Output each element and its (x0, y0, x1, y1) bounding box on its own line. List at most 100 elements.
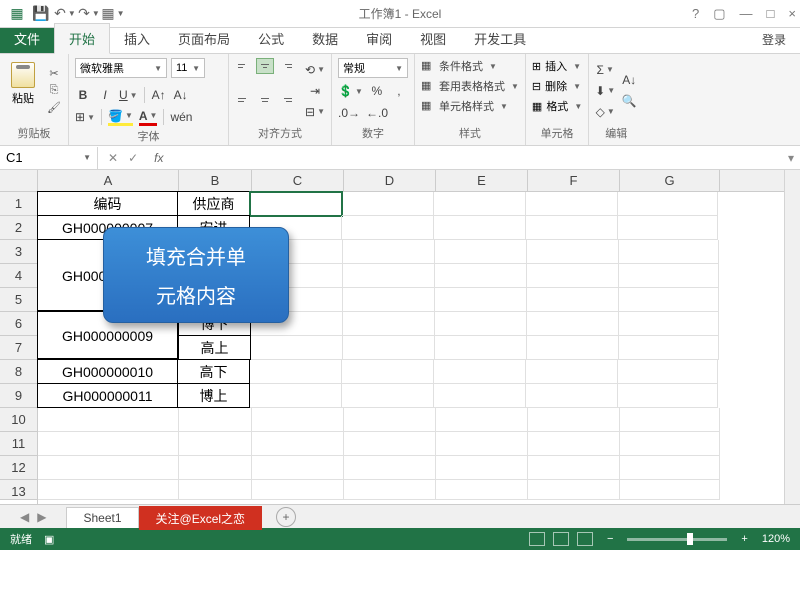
maximize-icon[interactable]: □ (767, 6, 775, 22)
cell-A8[interactable]: GH000000010 (37, 359, 178, 384)
format-cells-button[interactable]: ▦格式▼ (532, 98, 582, 114)
find-button[interactable]: 🔍 (621, 92, 637, 110)
cell-B8[interactable]: 高下 (177, 359, 250, 384)
sheet-tab-2[interactable]: 关注@Excel之恋 (139, 506, 263, 530)
format-painter-icon[interactable]: 🖌 (46, 101, 62, 115)
border-button[interactable]: ⊞▼ (75, 108, 95, 126)
callout-shape[interactable]: 填充合并单 元格内容 (103, 227, 289, 323)
fill-button[interactable]: ⬇▼ (595, 82, 615, 100)
cut-icon[interactable]: ✂ (46, 67, 62, 81)
align-top-center[interactable] (256, 58, 274, 74)
vertical-scrollbar[interactable] (784, 170, 800, 504)
sheet-nav-next-icon[interactable]: ▶ (37, 510, 46, 524)
tab-home[interactable]: 开始 (54, 23, 110, 54)
cancel-formula-icon[interactable]: ✕ (108, 151, 118, 165)
row-header-5[interactable]: 5 (0, 288, 37, 312)
paste-button[interactable]: 粘贴 (6, 58, 40, 123)
cell-grid[interactable]: 编码供应商 GH000000007安进 GH000000008安全 安下 三元 … (38, 192, 784, 504)
cell-style-button[interactable]: ▦单元格样式▼ (421, 98, 519, 114)
tab-view[interactable]: 视图 (406, 24, 460, 53)
zoom-out-button[interactable]: − (607, 533, 613, 545)
decrease-decimal-button[interactable]: ←.0 (366, 104, 388, 122)
comma-button[interactable]: , (391, 82, 407, 100)
tab-insert[interactable]: 插入 (110, 24, 164, 53)
row-header-7[interactable]: 7 (0, 336, 37, 360)
insert-cells-button[interactable]: ⊞插入▼ (532, 58, 582, 74)
sort-filter-button[interactable]: A↓ (621, 71, 637, 89)
tab-dev[interactable]: 开发工具 (460, 24, 540, 53)
fx-icon[interactable]: fx (148, 151, 169, 165)
clear-button[interactable]: ◇▼ (595, 103, 615, 121)
align-top-left[interactable] (235, 58, 253, 74)
number-format-combo[interactable]: 常规▼ (338, 58, 408, 78)
increase-decimal-button[interactable]: .0→ (338, 104, 360, 122)
orientation-button[interactable]: ⟲▼ (305, 61, 325, 79)
row-header-12[interactable]: 12 (0, 456, 37, 480)
zoom-slider[interactable] (627, 538, 727, 541)
tab-file[interactable]: 文件 (0, 24, 54, 53)
expand-formula-icon[interactable]: ▾ (782, 151, 800, 165)
bold-button[interactable]: B (75, 86, 91, 104)
font-name-combo[interactable]: 微软雅黑▼ (75, 58, 167, 78)
conditional-format-button[interactable]: ▦条件格式▼ (421, 58, 519, 74)
merge-button[interactable]: ⊟▼ (305, 103, 325, 121)
row-header-11[interactable]: 11 (0, 432, 37, 456)
select-all-corner[interactable] (0, 170, 38, 192)
zoom-in-button[interactable]: + (741, 533, 747, 545)
cell-B7[interactable]: 高上 (178, 335, 251, 360)
copy-icon[interactable]: ⎘ (46, 84, 62, 98)
delete-cells-button[interactable]: ⊟删除▼ (532, 78, 582, 94)
sheet-nav-prev-icon[interactable]: ◀ (20, 510, 29, 524)
add-sheet-button[interactable]: + (276, 507, 296, 527)
col-header-C[interactable]: C (252, 170, 344, 191)
tab-layout[interactable]: 页面布局 (164, 24, 244, 53)
col-header-D[interactable]: D (344, 170, 436, 191)
tab-review[interactable]: 审阅 (352, 24, 406, 53)
login-link[interactable]: 登录 (748, 26, 800, 53)
row-header-6[interactable]: 6 (0, 312, 37, 336)
redo-icon[interactable]: ↷▼ (80, 5, 98, 23)
sheet-tab-1[interactable]: Sheet1 (66, 507, 138, 528)
wrap-text-button[interactable]: ⇥ (305, 82, 325, 100)
currency-button[interactable]: 💲▼ (338, 82, 363, 100)
shrink-font-icon[interactable]: A↓ (173, 86, 189, 104)
view-layout-icon[interactable] (553, 532, 569, 546)
cell-A9[interactable]: GH000000011 (37, 383, 178, 408)
view-pagebreak-icon[interactable] (577, 532, 593, 546)
cell-C1[interactable] (250, 192, 342, 216)
row-header-4[interactable]: 4 (0, 264, 37, 288)
close-icon[interactable]: × (788, 6, 796, 22)
row-header-1[interactable]: 1 (0, 192, 37, 216)
align-mid-center[interactable] (256, 92, 274, 108)
align-mid-right[interactable] (277, 92, 295, 108)
tab-data[interactable]: 数据 (298, 24, 352, 53)
save-icon[interactable]: 💾 (32, 5, 50, 23)
zoom-level[interactable]: 120% (762, 533, 790, 545)
underline-button[interactable]: U▼ (119, 86, 138, 104)
font-color-button[interactable]: A▼ (139, 108, 158, 126)
font-size-combo[interactable]: 11▼ (171, 58, 205, 78)
tab-formula[interactable]: 公式 (244, 24, 298, 53)
phonetic-button[interactable]: wén (170, 108, 192, 126)
cell-B1[interactable]: 供应商 (177, 191, 250, 216)
col-header-F[interactable]: F (528, 170, 620, 191)
col-header-B[interactable]: B (179, 170, 252, 191)
name-box[interactable]: C1▼ (0, 147, 98, 169)
row-header-10[interactable]: 10 (0, 408, 37, 432)
row-header-2[interactable]: 2 (0, 216, 37, 240)
align-mid-left[interactable] (235, 92, 253, 108)
help-icon[interactable]: ? (692, 6, 699, 22)
grow-font-icon[interactable]: A↑ (151, 86, 167, 104)
row-header-3[interactable]: 3 (0, 240, 37, 264)
percent-button[interactable]: % (369, 82, 385, 100)
minimize-icon[interactable]: — (740, 6, 753, 22)
italic-button[interactable]: I (97, 86, 113, 104)
col-header-E[interactable]: E (436, 170, 528, 191)
cell-A1[interactable]: 编码 (37, 191, 178, 216)
enter-formula-icon[interactable]: ✓ (128, 151, 138, 165)
view-normal-icon[interactable] (529, 532, 545, 546)
cell-B9[interactable]: 博上 (177, 383, 250, 408)
qat-custom-icon[interactable]: ▦▼ (104, 5, 122, 23)
table-format-button[interactable]: ▦套用表格格式▼ (421, 78, 519, 94)
align-top-right[interactable] (277, 58, 295, 74)
